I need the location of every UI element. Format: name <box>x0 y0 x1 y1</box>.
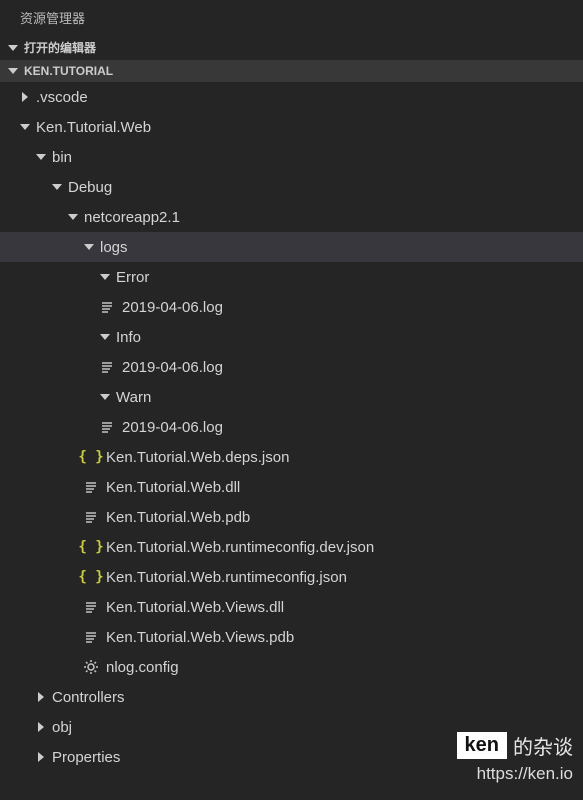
file-label: Ken.Tutorial.Web.Views.dll <box>106 599 284 616</box>
folder-label: Controllers <box>52 689 125 706</box>
chevron-down-icon <box>98 390 112 404</box>
watermark: ken 的杂谈 https://ken.io <box>457 731 573 784</box>
chevron-down-icon <box>6 41 20 55</box>
file-icon <box>82 508 100 526</box>
file-icon <box>98 358 116 376</box>
chevron-down-icon <box>98 330 112 344</box>
gear-icon <box>82 658 100 676</box>
file-icon <box>98 418 116 436</box>
folder-info[interactable]: Info <box>0 322 583 352</box>
file-warn-log[interactable]: 2019-04-06.log <box>0 412 583 442</box>
folder-label: Info <box>116 329 141 346</box>
chevron-right-icon <box>34 690 48 704</box>
file-icon <box>82 478 100 496</box>
project-section[interactable]: KEN.TUTORIAL <box>0 60 583 82</box>
file-nlog-config[interactable]: nlog.config <box>0 652 583 682</box>
file-error-log[interactable]: 2019-04-06.log <box>0 292 583 322</box>
file-label: nlog.config <box>106 659 179 676</box>
open-editors-section[interactable]: 打开的编辑器 <box>0 35 583 60</box>
file-label: Ken.Tutorial.Web.Views.pdb <box>106 629 294 646</box>
file-label: Ken.Tutorial.Web.dll <box>106 479 240 496</box>
file-label: Ken.Tutorial.Web.deps.json <box>106 449 289 466</box>
chevron-down-icon <box>98 270 112 284</box>
file-deps-json[interactable]: { } Ken.Tutorial.Web.deps.json <box>0 442 583 472</box>
folder-debug[interactable]: Debug <box>0 172 583 202</box>
folder-label: Properties <box>52 749 120 766</box>
file-tree: .vscode Ken.Tutorial.Web bin Debug netco… <box>0 82 583 782</box>
folder-label: Debug <box>68 179 112 196</box>
file-info-log[interactable]: 2019-04-06.log <box>0 352 583 382</box>
folder-ken-tutorial-web[interactable]: Ken.Tutorial.Web <box>0 112 583 142</box>
chevron-down-icon <box>6 64 20 78</box>
folder-label: Error <box>116 269 149 286</box>
file-label: 2019-04-06.log <box>122 299 223 316</box>
chevron-down-icon <box>18 120 32 134</box>
file-runtimeconfig[interactable]: { } Ken.Tutorial.Web.runtimeconfig.json <box>0 562 583 592</box>
chevron-right-icon <box>18 90 32 104</box>
folder-label: bin <box>52 149 72 166</box>
chevron-down-icon <box>50 180 64 194</box>
chevron-down-icon <box>66 210 80 224</box>
file-runtimeconfig-dev[interactable]: { } Ken.Tutorial.Web.runtimeconfig.dev.j… <box>0 532 583 562</box>
file-icon <box>82 628 100 646</box>
chevron-down-icon <box>82 240 96 254</box>
folder-vscode[interactable]: .vscode <box>0 82 583 112</box>
folder-label: Warn <box>116 389 151 406</box>
folder-controllers[interactable]: Controllers <box>0 682 583 712</box>
project-label: KEN.TUTORIAL <box>24 64 113 78</box>
watermark-url: https://ken.io <box>457 764 573 784</box>
folder-netcoreapp[interactable]: netcoreapp2.1 <box>0 202 583 232</box>
json-icon: { } <box>82 568 100 586</box>
file-icon <box>82 598 100 616</box>
folder-error[interactable]: Error <box>0 262 583 292</box>
file-views-pdb[interactable]: Ken.Tutorial.Web.Views.pdb <box>0 622 583 652</box>
folder-label: .vscode <box>36 89 88 106</box>
file-label: Ken.Tutorial.Web.pdb <box>106 509 250 526</box>
file-label: 2019-04-06.log <box>122 359 223 376</box>
file-views-dll[interactable]: Ken.Tutorial.Web.Views.dll <box>0 592 583 622</box>
file-label: 2019-04-06.log <box>122 419 223 436</box>
json-icon: { } <box>82 538 100 556</box>
folder-label: logs <box>100 239 128 256</box>
folder-label: netcoreapp2.1 <box>84 209 180 226</box>
chevron-right-icon <box>34 720 48 734</box>
file-icon <box>98 298 116 316</box>
json-icon: { } <box>82 448 100 466</box>
folder-bin[interactable]: bin <box>0 142 583 172</box>
chevron-down-icon <box>34 150 48 164</box>
file-dll[interactable]: Ken.Tutorial.Web.dll <box>0 472 583 502</box>
open-editors-label: 打开的编辑器 <box>24 39 96 56</box>
file-label: Ken.Tutorial.Web.runtimeconfig.json <box>106 569 347 586</box>
folder-label: Ken.Tutorial.Web <box>36 119 151 136</box>
folder-warn[interactable]: Warn <box>0 382 583 412</box>
folder-logs[interactable]: logs <box>0 232 583 262</box>
file-label: Ken.Tutorial.Web.runtimeconfig.dev.json <box>106 539 374 556</box>
watermark-brand: ken <box>457 732 507 759</box>
explorer-title: 资源管理器 <box>0 0 583 35</box>
folder-label: obj <box>52 719 72 736</box>
watermark-suffix: 的杂谈 <box>513 731 573 760</box>
chevron-right-icon <box>34 750 48 764</box>
file-pdb[interactable]: Ken.Tutorial.Web.pdb <box>0 502 583 532</box>
